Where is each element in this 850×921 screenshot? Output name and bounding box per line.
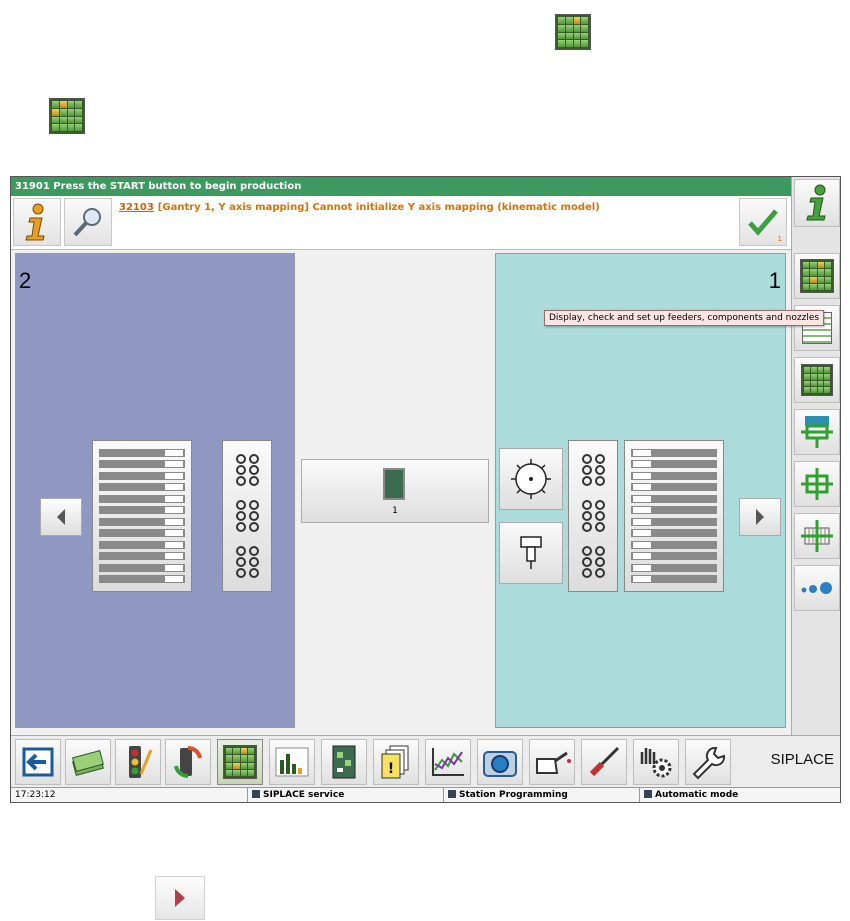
wrench-icon: [692, 747, 726, 780]
feeder-table-icon: [555, 14, 591, 50]
nozzle-view-button[interactable]: [794, 565, 840, 611]
next-button[interactable]: [155, 876, 205, 920]
pipette-head-icon: [520, 536, 542, 569]
checkmark-icon: [748, 209, 778, 236]
previous-button[interactable]: [40, 498, 82, 536]
chevron-right-icon: [175, 889, 185, 907]
component-center-icon: [801, 468, 833, 500]
svg-text:!: !: [388, 761, 394, 777]
camera-icon: [483, 751, 517, 777]
right-toolbar: [791, 177, 840, 737]
camera-button[interactable]: [477, 739, 523, 785]
feeder-bank[interactable]: [624, 440, 724, 592]
status-bar: 17:23:12 SIPLACE service Station Program…: [11, 787, 840, 802]
nozzle-group-icon: [235, 454, 259, 486]
component-center-button[interactable]: [794, 461, 840, 507]
conveyor-board-button[interactable]: 1: [301, 459, 489, 523]
chevron-left-icon: [57, 509, 65, 525]
nozzle-group-icon: [235, 546, 259, 578]
pcb-icon: [332, 745, 356, 779]
info-icon: [25, 203, 45, 241]
info-button[interactable]: [13, 198, 61, 246]
info-panel-button[interactable]: [794, 179, 840, 227]
status-programming: Station Programming: [443, 788, 639, 802]
feeder-bank[interactable]: [92, 440, 192, 592]
status-mode: Automatic mode: [639, 788, 840, 802]
banknotes-button[interactable]: [65, 739, 111, 785]
trend-button[interactable]: [425, 739, 471, 785]
warning-pages-icon: !: [381, 745, 409, 779]
status-time: 17:23:12: [15, 790, 56, 800]
next-button[interactable]: [739, 498, 781, 536]
feeder-table-icon: [49, 98, 85, 134]
programming-icon: [448, 790, 456, 798]
pcb-icon: [383, 468, 405, 500]
conveyor-label: 1: [392, 506, 398, 516]
feeder-table-button[interactable]: [217, 739, 263, 785]
status-service: SIPLACE service: [247, 788, 443, 802]
chevron-right-icon: [756, 509, 764, 525]
brand-label: SIPLACE: [770, 751, 834, 768]
board-button[interactable]: [321, 739, 367, 785]
placement-head-button[interactable]: [794, 409, 840, 455]
pcb-grid-button[interactable]: [794, 513, 840, 559]
traffic-light-button[interactable]: [115, 739, 161, 785]
tooltip: Display, check and set up feeders, compo…: [544, 310, 825, 326]
warnings-button[interactable]: !: [373, 739, 419, 785]
revolver-head-button[interactable]: [499, 448, 563, 510]
exit-icon: [22, 747, 54, 777]
station-2-panel: 2: [15, 253, 295, 728]
service-icon: [252, 790, 260, 798]
statistics-button[interactable]: [269, 739, 315, 785]
acknowledge-button[interactable]: 1: [739, 198, 787, 246]
nozzle-group-icon: [581, 454, 605, 486]
error-text: [Gantry 1, Y axis mapping] Cannot initia…: [157, 202, 600, 213]
nozzle-dots-icon: [801, 582, 832, 594]
placement-head-icon: [801, 416, 833, 448]
bar-chart-icon: [275, 747, 309, 777]
nozzle-changer[interactable]: [222, 440, 272, 592]
manual-settings-button[interactable]: [633, 739, 679, 785]
line-graph-icon: [432, 748, 464, 776]
nozzle-group-icon: [235, 500, 259, 532]
changeover-button[interactable]: [165, 739, 211, 785]
feeder-table-icon: [223, 745, 257, 779]
nozzle-group-icon: [581, 546, 605, 578]
search-button[interactable]: [64, 198, 112, 246]
error-message: 32103 [Gantry 1, Y axis mapping] Cannot i…: [119, 202, 600, 213]
mode-icon: [644, 790, 652, 798]
lubrication-button[interactable]: [529, 739, 575, 785]
error-code-link[interactable]: 32103: [119, 202, 154, 213]
pcb-grid-icon: [801, 520, 833, 552]
pick-and-place-head-button[interactable]: [499, 522, 563, 584]
tools-button[interactable]: [581, 739, 627, 785]
banknotes-icon: [72, 750, 104, 776]
window-title: 31901 Press the START button to begin pr…: [11, 177, 791, 196]
traffic-light-icon: [129, 746, 153, 778]
message-bar: 32103 [Gantry 1, Y axis mapping] Cannot i…: [11, 196, 791, 250]
screwdriver-icon: [589, 746, 620, 777]
station-number: 2: [19, 268, 32, 293]
info-icon: [806, 184, 826, 221]
feeder-check-icon: [801, 364, 833, 396]
magnifier-icon: [73, 208, 101, 237]
hand-gear-icon: [640, 748, 672, 778]
nozzle-group-icon: [581, 500, 605, 532]
siplace-window: 31901 Press the START button to begin pr…: [10, 176, 841, 803]
exit-button[interactable]: [15, 739, 61, 785]
ack-count: 1: [777, 235, 782, 243]
station-number: 1: [768, 268, 781, 293]
revolver-head-icon: [511, 459, 551, 499]
cycle-icon: [174, 745, 202, 779]
feeder-check-button[interactable]: [794, 357, 840, 403]
feeder-setup-button[interactable]: [794, 253, 840, 299]
oil-can-icon: [536, 751, 571, 774]
feeder-table-icon: [800, 259, 834, 293]
service-button[interactable]: [685, 739, 731, 785]
nozzle-changer[interactable]: [568, 440, 618, 592]
bottom-toolbar: ! SIPLACE: [11, 735, 840, 787]
